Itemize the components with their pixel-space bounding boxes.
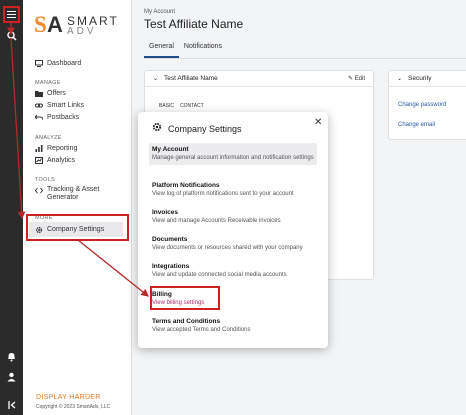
tab-basic[interactable]: BASIC (159, 103, 174, 109)
section-heading-analyze: ANALYZE (35, 135, 62, 141)
option-title: Platform Notifications (152, 182, 220, 189)
search-button[interactable] (3, 27, 20, 44)
menu-toggle-button[interactable] (3, 6, 20, 23)
option-title: Documents (152, 236, 188, 243)
logo: S A SMART ADV (34, 12, 126, 37)
sidebar-item-reporting[interactable]: Reporting (35, 143, 77, 154)
option-my-account[interactable]: My Account Manage general account inform… (149, 143, 317, 165)
analytics-icon (35, 157, 43, 164)
hamburger-icon (7, 13, 16, 16)
sidebar-item-label: Tracking & Asset Generator (47, 186, 100, 201)
modal-title: Company Settings (152, 122, 242, 135)
option-description: View and manage Accounts Receivable invo… (152, 218, 281, 224)
chart-icon (35, 145, 43, 152)
user-button[interactable] (3, 368, 20, 385)
sidebar-item-postbacks[interactable]: Postbacks (35, 112, 79, 123)
undo-icon (35, 114, 43, 121)
tab-general[interactable]: General (144, 40, 179, 58)
option-documents[interactable]: Documents View documents or resources sh… (149, 233, 317, 255)
user-icon (7, 372, 16, 381)
search-icon (6, 30, 17, 41)
option-terms-and-conditions[interactable]: Terms and Conditions View accepted Terms… (149, 315, 317, 337)
option-title: Terms and Conditions (152, 318, 221, 325)
sidebar-item-offers[interactable]: Offers (35, 88, 66, 99)
option-invoices[interactable]: Invoices View and manage Accounts Receiv… (149, 206, 317, 228)
sidebar-item-label: Smart Links (47, 102, 84, 109)
sidebar-item-analytics[interactable]: Analytics (35, 155, 75, 166)
notifications-button[interactable] (3, 348, 20, 365)
option-description: Manage general account information and n… (152, 155, 314, 161)
option-title: Invoices (152, 209, 179, 216)
close-button[interactable]: ✕ (314, 117, 322, 128)
footer-copyright: Copyright © 2023 SmartAds, LLC (36, 404, 111, 410)
security-card: ⌄ Security Change password Change email (388, 70, 466, 140)
sidebar: S A SMART ADV Dashboard MANAGE Offers Sm… (23, 0, 132, 415)
option-description: View log of platform notifications sent … (152, 191, 294, 197)
section-heading-manage: MANAGE (35, 80, 61, 86)
option-integrations[interactable]: Integrations View and update connected s… (149, 260, 317, 282)
pencil-icon: ✎ (347, 76, 353, 82)
tab-contact[interactable]: CONTACT (180, 103, 204, 109)
sidebar-item-tracking-asset-generator[interactable]: Tracking & Asset Generator (35, 186, 115, 204)
highlight-box-billing (150, 286, 220, 310)
security-card-title: Security (408, 75, 432, 82)
modal-title-text: Company Settings (168, 123, 242, 134)
folder-icon (35, 90, 43, 97)
option-title: My Account (152, 146, 189, 153)
chevron-down-icon: ⌄ (153, 76, 159, 82)
logo-mark-s: S (34, 12, 47, 37)
monitor-icon (35, 60, 43, 67)
icon-rail (0, 0, 23, 415)
highlight-box-company-settings (26, 214, 129, 241)
sidebar-item-smart-links[interactable]: Smart Links (35, 100, 84, 111)
tab-divider (144, 58, 466, 59)
option-title: Integrations (152, 263, 190, 270)
option-description: View accepted Terms and Conditions (152, 327, 251, 333)
option-description: View documents or resources shared with … (152, 245, 303, 251)
bell-icon (8, 352, 15, 361)
chevron-down-icon: ⌄ (397, 76, 403, 82)
section-heading-tools: TOOLS (35, 177, 56, 183)
sidebar-item-label: Analytics (47, 157, 76, 164)
account-card-tabs: BASIC CONTACT (159, 103, 204, 109)
breadcrumb[interactable]: My Account (144, 9, 175, 15)
sidebar-item-label: Postbacks (47, 114, 80, 121)
tab-bar: General Notifications (144, 40, 227, 58)
change-email-link[interactable]: Change email (398, 122, 435, 128)
sidebar-item-label: Offers (47, 90, 66, 97)
collapse-sidebar-button[interactable] (3, 396, 20, 413)
footer-brand: DISPLAY HARDER (36, 394, 101, 401)
sidebar-item-label: Dashboard (47, 60, 82, 67)
logo-tag: ADV (67, 26, 97, 37)
collapse-icon (7, 400, 15, 409)
code-icon (35, 187, 43, 194)
change-password-link[interactable]: Change password (398, 102, 446, 108)
logo-mark-a: A (47, 12, 63, 37)
close-icon: ✕ (314, 117, 323, 128)
account-card-header[interactable]: ⌄ Test Affiliate Name ✎ Edit (145, 71, 373, 87)
tab-notifications[interactable]: Notifications (179, 40, 227, 58)
company-settings-modal: Company Settings ✕ My Account Manage gen… (138, 112, 328, 348)
edit-button[interactable]: ✎ Edit (348, 75, 365, 82)
option-platform-notifications[interactable]: Platform Notifications View log of platf… (149, 179, 317, 201)
account-card-title: Test Affiliate Name (164, 75, 218, 82)
page-title: Test Affiliate Name (144, 17, 244, 31)
sidebar-item-label: Reporting (47, 145, 78, 152)
option-description: View and update connected social media a… (152, 272, 287, 278)
security-card-header[interactable]: ⌄ Security (389, 71, 466, 87)
gear-icon (152, 122, 162, 135)
sidebar-item-dashboard[interactable]: Dashboard (35, 58, 81, 69)
edit-button-label: Edit (354, 76, 365, 82)
link-icon (35, 102, 43, 109)
